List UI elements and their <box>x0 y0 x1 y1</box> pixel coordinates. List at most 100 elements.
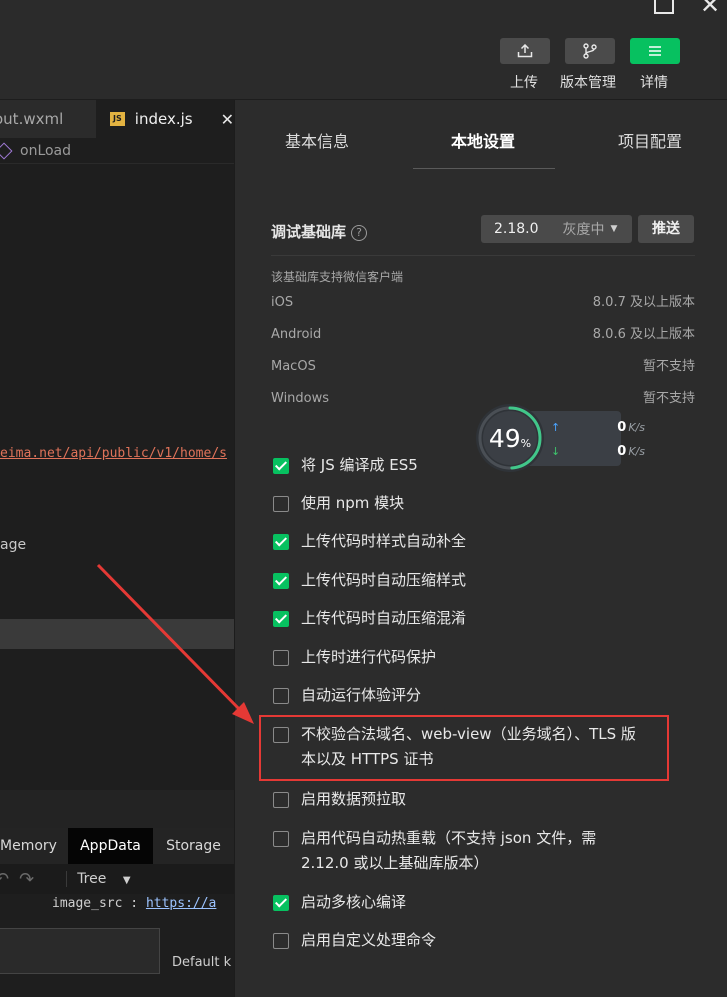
details-button[interactable] <box>630 38 680 64</box>
upload-button[interactable] <box>500 38 550 64</box>
tab-local-settings[interactable]: 本地设置 <box>451 128 515 152</box>
platform-support: 8.0.6 及以上版本 <box>592 327 695 342</box>
percent-value: 49 <box>488 423 521 453</box>
tab-index-js[interactable]: JS index.js ✕ <box>96 100 234 138</box>
support-row: iOS 8.0.7 及以上版本 <box>271 287 695 319</box>
view-mode-select[interactable]: Tree ▼ <box>66 871 131 887</box>
support-row: MacOS 暂不支持 <box>271 351 695 383</box>
code-url-text: eima.net/api/public/v1/home/s <box>0 446 227 461</box>
option-label: 启用自定义处理命令 <box>301 931 437 949</box>
tab-project-config[interactable]: 项目配置 <box>618 128 682 152</box>
arrow-down-icon: ↓ <box>551 445 561 458</box>
option-label: 启动多核心编译 <box>301 893 407 911</box>
view-mode-value: Tree <box>77 871 107 887</box>
speed-unit: K/s <box>628 421 645 434</box>
annotation-highlight-box <box>259 715 669 781</box>
appdata-input[interactable] <box>0 928 160 974</box>
support-row: Android 8.0.6 及以上版本 <box>271 319 695 351</box>
help-icon[interactable]: ? <box>351 225 368 241</box>
checkbox[interactable] <box>273 458 289 474</box>
tab-out-wxml[interactable]: out.wxml <box>0 100 96 138</box>
appdata-link[interactable]: https://a <box>146 896 216 911</box>
option-data-prefetch[interactable]: 启用数据预拉取 <box>273 790 406 812</box>
active-tab-underline <box>413 168 555 169</box>
js-file-icon: JS <box>110 112 125 126</box>
tab-label: index.js <box>134 110 193 128</box>
appdata-key: image_src <box>52 896 123 911</box>
option-label: 上传代码时自动压缩样式 <box>301 571 467 589</box>
option-label: 上传时进行代码保护 <box>301 648 437 666</box>
option-custom-command[interactable]: 启用自定义处理命令 <box>273 931 436 953</box>
option-auto-audit[interactable]: 自动运行体验评分 <box>273 686 421 708</box>
support-heading: 该基础库支持微信客户端 <box>271 270 404 284</box>
tab-label: out.wxml <box>0 110 64 128</box>
default-label: Default k <box>172 955 232 970</box>
option-multicore-compile[interactable]: 启动多核心编译 <box>273 893 406 915</box>
upload-icon <box>517 44 533 58</box>
checkbox[interactable] <box>273 611 289 627</box>
checkbox[interactable] <box>273 534 289 550</box>
platform-support: 8.0.7 及以上版本 <box>592 295 695 310</box>
menu-icon <box>649 46 661 56</box>
option-label: 上传代码时自动压缩混淆 <box>301 609 467 627</box>
lib-version-select[interactable]: 2.18.0 灰度中 ▼ <box>481 215 632 243</box>
option-label: 启用数据预拉取 <box>301 790 407 808</box>
version-management-button[interactable] <box>565 38 615 64</box>
option-minify-script[interactable]: 上传代码时自动压缩混淆 <box>273 609 466 631</box>
lib-version-value: 2.18.0 <box>494 221 539 237</box>
platform-name: Windows <box>271 391 330 406</box>
option-label: 将 JS 编译成 ES5 <box>301 456 418 474</box>
option-npm-modules[interactable]: 使用 npm 模块 <box>273 494 404 516</box>
lib-version-state: 灰度中 <box>562 222 605 238</box>
restore-window-icon[interactable] <box>654 0 674 14</box>
download-speed-row: ↓ 0 K/s <box>551 444 645 459</box>
checkbox[interactable] <box>273 933 289 949</box>
method-cube-icon <box>0 142 13 159</box>
platform-name: MacOS <box>271 359 316 374</box>
appdata-entry: image_src : https://a <box>52 896 217 911</box>
undo-icon[interactable]: ↶ <box>0 869 9 890</box>
option-compile-es5[interactable]: 将 JS 编译成 ES5 <box>273 456 418 478</box>
upload-speed-row: ↑ 0 K/s <box>551 420 645 435</box>
window-topbar: ✕ 上传 版本管理 详情 <box>0 0 727 100</box>
push-button[interactable]: 推送 <box>638 215 694 243</box>
current-line-highlight <box>0 619 234 649</box>
platform-name: Android <box>271 327 322 342</box>
percent-sign: % <box>520 436 532 450</box>
appdata-toolbar: ↶ ↷ Tree ▼ <box>0 864 234 894</box>
breadcrumb-method[interactable]: onLoad <box>20 143 71 159</box>
option-code-protect[interactable]: 上传时进行代码保护 <box>273 648 436 670</box>
option-label: 自动运行体验评分 <box>301 686 422 704</box>
devtools-header <box>0 790 234 830</box>
editor-tabbar: out.wxml JS index.js ✕ <box>0 100 234 138</box>
close-tab-icon[interactable]: ✕ <box>221 110 234 129</box>
version-management-label: 版本管理 <box>560 75 616 91</box>
download-speed: 0 <box>617 444 627 459</box>
client-support-list: 该基础库支持微信客户端 iOS 8.0.7 及以上版本 Android 8.0.… <box>271 255 695 415</box>
checkbox[interactable] <box>273 688 289 704</box>
checkbox[interactable] <box>273 650 289 666</box>
option-minify-style[interactable]: 上传代码时自动压缩样式 <box>273 571 466 593</box>
checkbox[interactable] <box>273 573 289 589</box>
caret-down-icon: ▼ <box>122 875 131 886</box>
breadcrumb: onLoad <box>0 138 234 164</box>
debug-lib-title: 调试基础库? <box>271 221 368 242</box>
code-text: age <box>0 537 27 553</box>
debug-lib-label: 调试基础库 <box>271 223 347 241</box>
redo-icon[interactable]: ↷ <box>19 869 34 890</box>
platform-support: 暂不支持 <box>642 391 695 406</box>
checkbox[interactable] <box>273 496 289 512</box>
option-style-autoprefix[interactable]: 上传代码时样式自动补全 <box>273 532 466 554</box>
network-speed-widget[interactable]: ↑ 0 K/s ↓ 0 K/s 49% <box>475 403 645 473</box>
checkbox[interactable] <box>273 792 289 808</box>
close-window-icon[interactable]: ✕ <box>700 0 720 17</box>
tab-memory[interactable]: Memory <box>0 828 68 864</box>
tab-appdata[interactable]: AppData <box>68 828 153 864</box>
checkbox[interactable] <box>273 831 289 847</box>
checkbox[interactable] <box>273 895 289 911</box>
tab-basic-info[interactable]: 基本信息 <box>285 128 349 152</box>
option-hot-reload[interactable]: 启用代码自动热重载（不支持 json 文件，需 2.12.0 或以上基础库版本） <box>273 829 596 876</box>
tab-storage[interactable]: Storage <box>153 828 234 864</box>
option-label: 上传代码时样式自动补全 <box>301 532 467 550</box>
upload-label: 上传 <box>510 75 538 91</box>
